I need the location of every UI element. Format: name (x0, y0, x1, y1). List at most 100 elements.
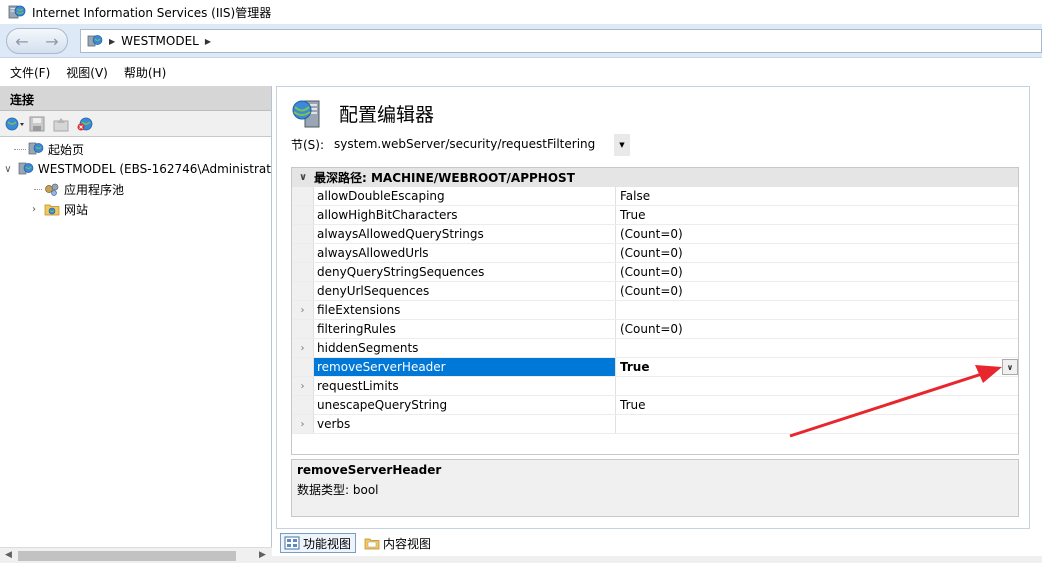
property-name[interactable]: verbs (314, 415, 616, 433)
property-row[interactable]: › requestLimits (292, 377, 1018, 396)
property-row[interactable]: alwaysAllowedQueryStrings (Count=0) (292, 225, 1018, 244)
property-row[interactable]: filteringRules (Count=0) (292, 320, 1018, 339)
property-value[interactable]: True ∨ (616, 358, 1018, 376)
connections-title: 连接 (0, 86, 271, 111)
property-row[interactable]: unescapeQueryString True (292, 396, 1018, 415)
tree-node-server[interactable]: ∨ WESTMODEL (EBS-162746\Administrat (0, 159, 271, 179)
property-name[interactable]: alwaysAllowedUrls (314, 244, 616, 262)
dropdown-arrow-icon[interactable]: ▼ (614, 134, 630, 156)
breadcrumb-separator-icon[interactable]: ▶ (205, 37, 211, 46)
property-row[interactable]: denyQueryStringSequences (Count=0) (292, 263, 1018, 282)
property-row[interactable]: denyUrlSequences (Count=0) (292, 282, 1018, 301)
tree-node-start-page[interactable]: 起始页 (0, 139, 271, 159)
section-value: system.webServer/security/requestFilteri… (334, 137, 596, 151)
grid-group-header[interactable]: ∨ 最深路径: MACHINE/WEBROOT/APPHOST (292, 168, 1018, 187)
iis-app-icon (8, 4, 26, 20)
sites-folder-icon (44, 201, 60, 217)
section-selector-row: 节(S): system.webServer/security/requestF… (291, 132, 631, 156)
property-name[interactable]: filteringRules (314, 320, 616, 338)
property-value[interactable] (616, 301, 1018, 319)
property-name[interactable]: allowHighBitCharacters (314, 206, 616, 224)
property-value-text: True (620, 398, 646, 412)
property-name[interactable]: alwaysAllowedQueryStrings (314, 225, 616, 243)
tree-node-sites[interactable]: › 网站 (0, 199, 271, 219)
property-name[interactable]: removeServerHeader (314, 358, 616, 376)
row-gutter (292, 206, 314, 224)
grid-header-label: 最深路径: MACHINE/WEBROOT/APPHOST (314, 171, 575, 185)
property-row[interactable]: removeServerHeader True ∨ (292, 358, 1018, 377)
property-row[interactable]: allowHighBitCharacters True (292, 206, 1018, 225)
section-dropdown[interactable]: system.webServer/security/requestFilteri… (333, 133, 631, 156)
connect-globe-icon[interactable] (4, 115, 24, 133)
property-value[interactable] (616, 415, 1018, 433)
property-name[interactable]: fileExtensions (314, 301, 616, 319)
property-name[interactable]: allowDoubleEscaping (314, 187, 616, 205)
property-value[interactable]: (Count=0) (616, 225, 1018, 243)
collapse-chevron-icon[interactable]: ∨ (292, 172, 314, 183)
grid-rows: allowDoubleEscaping False allowHighBitChar… (292, 187, 1018, 434)
section-label: 节(S): (291, 137, 325, 152)
remove-connection-icon[interactable] (76, 115, 94, 133)
content-view-icon (364, 535, 380, 551)
property-row[interactable]: allowDoubleEscaping False (292, 187, 1018, 206)
property-value[interactable]: (Count=0) (616, 282, 1018, 300)
property-value[interactable]: (Count=0) (616, 244, 1018, 262)
horizontal-scrollbar[interactable]: ◀ ▶ (0, 547, 272, 563)
expand-chevron-icon[interactable]: › (292, 301, 314, 319)
description-property-name: removeServerHeader (297, 463, 442, 477)
collapse-chevron-icon[interactable]: ∨ (2, 164, 14, 175)
property-row[interactable]: alwaysAllowedUrls (Count=0) (292, 244, 1018, 263)
tab-content-view[interactable]: 内容视图 (360, 533, 436, 553)
row-gutter (292, 187, 314, 205)
description-panel: removeServerHeader 数据类型: bool (291, 459, 1019, 517)
tree-label: WESTMODEL (EBS-162746\Administrat (37, 162, 271, 176)
start-page-icon (28, 141, 44, 157)
property-name[interactable]: denyQueryStringSequences (314, 263, 616, 281)
connections-toolbar (0, 111, 271, 137)
property-value[interactable]: True (616, 206, 1018, 224)
property-value[interactable]: (Count=0) (616, 263, 1018, 281)
expand-chevron-icon[interactable]: › (292, 339, 314, 357)
property-value[interactable] (616, 377, 1018, 395)
address-field[interactable]: ▶ WESTMODEL ▶ (80, 29, 1042, 53)
tab-label: 内容视图 (383, 536, 432, 551)
title-bar: Internet Information Services (IIS)管理器 (0, 0, 1042, 24)
menu-view[interactable]: 视图(V) (66, 64, 108, 81)
config-editor-icon (291, 97, 323, 129)
property-value-text: False (620, 189, 651, 203)
property-value[interactable]: (Count=0) (616, 320, 1018, 338)
menu-file[interactable]: 文件(F) (10, 64, 50, 81)
page-header: 配置编辑器 (291, 97, 434, 129)
up-level-icon[interactable] (52, 115, 70, 133)
property-value[interactable]: False (616, 187, 1018, 205)
property-name[interactable]: requestLimits (314, 377, 616, 395)
value-dropdown-icon[interactable]: ∨ (1002, 359, 1018, 375)
property-value-text: (Count=0) (620, 227, 683, 241)
property-name[interactable]: denyUrlSequences (314, 282, 616, 300)
menu-help[interactable]: 帮助(H) (124, 64, 166, 81)
tab-features-view[interactable]: 功能视图 (280, 533, 357, 553)
back-arrow-icon[interactable]: ← (15, 32, 28, 51)
property-value[interactable]: True (616, 396, 1018, 414)
property-name[interactable]: hiddenSegments (314, 339, 616, 357)
scroll-left-arrow-icon[interactable]: ◀ (5, 550, 12, 560)
forward-arrow-icon[interactable]: → (45, 32, 58, 51)
scrollbar-thumb[interactable] (18, 551, 236, 561)
expand-chevron-icon[interactable]: › (28, 204, 40, 215)
tree-label: 起始页 (48, 142, 85, 157)
expand-chevron-icon[interactable]: › (292, 377, 314, 395)
nav-buttons: ← → (6, 28, 68, 54)
breadcrumb-separator-icon[interactable]: ▶ (109, 37, 115, 46)
scroll-right-arrow-icon[interactable]: ▶ (259, 550, 266, 560)
breadcrumb-server[interactable]: WESTMODEL (121, 34, 199, 48)
property-row[interactable]: › fileExtensions (292, 301, 1018, 320)
tree-node-app-pools[interactable]: 应用程序池 (0, 179, 271, 199)
save-icon[interactable] (28, 115, 46, 133)
property-value[interactable] (616, 339, 1018, 357)
row-gutter (292, 358, 314, 376)
property-row[interactable]: › hiddenSegments (292, 339, 1018, 358)
expand-chevron-icon[interactable]: › (292, 415, 314, 433)
property-name[interactable]: unescapeQueryString (314, 396, 616, 414)
property-row[interactable]: › verbs (292, 415, 1018, 434)
features-view-icon (284, 535, 300, 551)
